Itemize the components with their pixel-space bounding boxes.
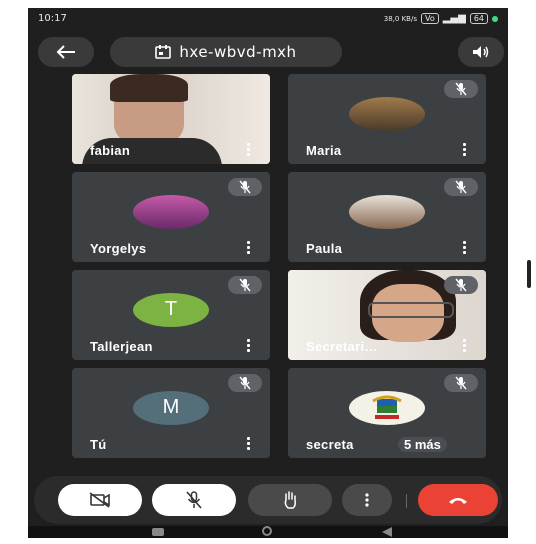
participant-name: Tallerjean: [90, 339, 153, 354]
phone-screen: 10:17 38,0 KB/s Vo ▂▄▆ 64 hxe-wbvd-mxh f…: [28, 8, 508, 538]
mic-indicator-dot: [492, 15, 498, 22]
mic-off-icon: [228, 374, 262, 392]
person-hair: [110, 74, 188, 102]
participant-name: secreta: [306, 437, 354, 452]
crest-icon: [372, 395, 402, 419]
back-arrow-icon: [56, 45, 75, 59]
side-scroll-handle[interactable]: [527, 260, 531, 288]
volte-badge: Vo: [420, 13, 439, 24]
mic-toggle-button[interactable]: [152, 484, 236, 516]
participant-tile-paula[interactable]: Paula: [288, 172, 486, 262]
more-options-icon[interactable]: [463, 143, 466, 156]
more-participants-count[interactable]: 5 más: [398, 437, 447, 452]
participant-name: Secretari…: [306, 339, 378, 354]
status-icons: 38,0 KB/s Vo ▂▄▆ 64: [384, 13, 498, 24]
participant-name: fabian: [90, 143, 131, 158]
network-speed: 38,0 KB/s: [383, 14, 417, 23]
mic-off-icon: [444, 178, 478, 196]
controls-divider: [406, 494, 407, 508]
signal-icon: ▂▄▆: [442, 13, 466, 24]
mic-off-icon: [444, 276, 478, 294]
more-options-icon[interactable]: [247, 241, 250, 254]
end-call-button[interactable]: [418, 484, 498, 516]
participant-tile-maria[interactable]: Maria: [288, 74, 486, 164]
more-options-icon[interactable]: [247, 339, 250, 352]
participant-tile-self[interactable]: M Tú: [72, 368, 270, 458]
audio-output-button[interactable]: [458, 37, 504, 67]
person-glasses: [368, 302, 454, 318]
more-options-icon[interactable]: [463, 241, 466, 254]
participant-avatar: [349, 96, 425, 131]
participant-tile-overflow[interactable]: secreta 5 más: [288, 368, 486, 458]
participant-tile-fabian[interactable]: fabian: [72, 74, 270, 164]
camera-icon: [155, 45, 172, 59]
camera-toggle-button[interactable]: [58, 484, 142, 516]
speaker-icon: [473, 46, 489, 58]
participant-name: Tú: [90, 437, 107, 452]
participant-avatar: [349, 194, 425, 229]
back-nav-icon[interactable]: [382, 527, 392, 537]
more-options-icon[interactable]: [247, 143, 250, 156]
participant-name: Maria: [306, 143, 342, 158]
status-bar: 10:17 38,0 KB/s Vo ▂▄▆ 64: [28, 8, 508, 30]
participant-avatar: [133, 194, 209, 229]
meeting-info-button[interactable]: hxe-wbvd-mxh: [110, 37, 342, 67]
end-call-icon: [449, 498, 467, 504]
call-controls-bar: [34, 476, 502, 524]
mic-off-icon: [228, 178, 262, 196]
more-options-icon: [365, 493, 369, 507]
camera-off-icon: [89, 492, 110, 508]
home-icon[interactable]: [262, 526, 272, 536]
back-button[interactable]: [38, 37, 94, 67]
mic-off-icon: [228, 276, 262, 294]
mic-off-icon: [444, 80, 478, 98]
battery-icon: 64: [469, 13, 488, 24]
participant-avatar: M: [133, 390, 209, 425]
participant-tile-yorgelys[interactable]: Yorgelys: [72, 172, 270, 262]
participant-name: Paula: [306, 241, 343, 256]
more-options-icon[interactable]: [247, 437, 250, 450]
system-nav-bar: [28, 526, 508, 538]
raise-hand-icon: [284, 491, 296, 509]
mic-off-icon: [186, 491, 202, 509]
participant-logo: [349, 390, 425, 425]
more-options-icon[interactable]: [463, 339, 466, 352]
meeting-top-bar: hxe-wbvd-mxh: [28, 32, 508, 78]
more-options-button[interactable]: [342, 484, 392, 516]
participant-tile-tallerjean[interactable]: T Tallerjean: [72, 270, 270, 360]
meeting-code: hxe-wbvd-mxh: [179, 43, 297, 61]
participant-name: Yorgelys: [90, 241, 147, 256]
participant-avatar: T: [133, 292, 209, 327]
participant-tile-secretaria[interactable]: Secretari…: [288, 270, 486, 360]
raise-hand-button[interactable]: [248, 484, 332, 516]
recents-icon[interactable]: [152, 528, 164, 536]
mic-off-icon: [444, 374, 478, 392]
status-time: 10:17: [38, 13, 67, 24]
